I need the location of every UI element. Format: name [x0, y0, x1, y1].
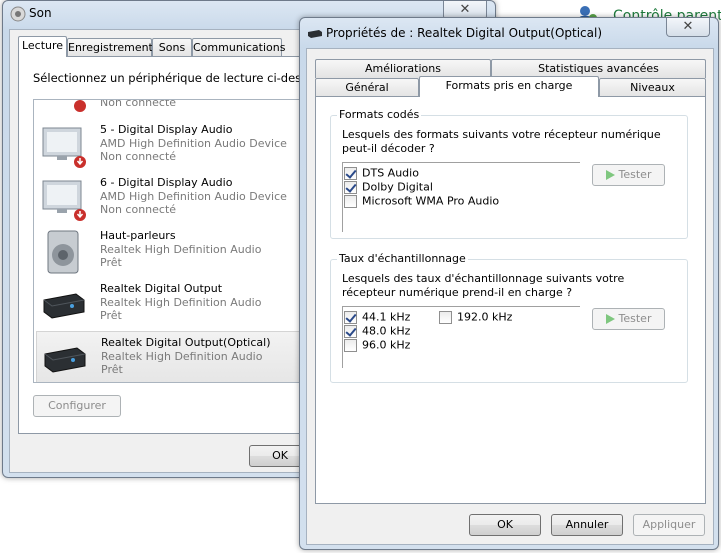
list-item[interactable]: 5 - Digital Display Audio AMD High Defin…	[36, 119, 302, 172]
sample-rate-question: Lesquels des taux d'échantillonnage suiv…	[342, 272, 625, 299]
close-icon: ✕	[682, 19, 694, 34]
window-title: Son	[29, 6, 52, 20]
device-driver: AMD High Definition Audio Device	[100, 137, 287, 150]
device-status: Non connecté	[100, 150, 177, 163]
ok-button[interactable]: OK	[469, 514, 541, 536]
receiver-icon	[44, 347, 86, 373]
device-status: Prêt	[100, 256, 122, 269]
instruction-text: Sélectionnez un périphérique de lecture …	[33, 71, 339, 85]
receiver-icon	[43, 293, 85, 319]
window-title: Propriétés de : Realtek Digital Output(O…	[326, 26, 603, 40]
apply-button[interactable]: Appliquer	[633, 514, 705, 536]
speaker-icon	[10, 6, 26, 22]
device-status: Non connecté	[100, 203, 177, 216]
checkbox-unchecked[interactable]	[344, 194, 357, 208]
encoded-formats-group: Formats codés Lesquels des formats suiva…	[330, 108, 688, 239]
list-item[interactable]: Haut-parleurs Realtek High Definition Au…	[36, 225, 302, 278]
play-icon	[605, 314, 615, 324]
device-name: 5 - Digital Display Audio	[100, 123, 233, 136]
device-name: Realtek Digital Output	[100, 282, 223, 295]
device-status: Prêt	[100, 309, 122, 322]
checkbox-unchecked[interactable]	[439, 310, 452, 324]
device-driver: Realtek High Definition Audio	[100, 243, 262, 256]
checkbox-wma-pro[interactable]: Microsoft WMA Pro Audio	[344, 194, 499, 208]
speaker-icon	[47, 230, 79, 274]
checkbox-checked[interactable]	[344, 324, 357, 338]
tab-formats-pris-en-charge[interactable]: Formats pris en charge	[419, 76, 599, 97]
checkbox-unchecked[interactable]	[344, 338, 357, 352]
tab-communications[interactable]: Communications	[192, 38, 285, 57]
checkbox-checked[interactable]	[344, 310, 357, 324]
list-item[interactable]: Non connecté	[36, 99, 302, 115]
properties-client-area: Améliorations Statistiques avancées Géné…	[306, 48, 714, 545]
device-driver: Realtek High Definition Audio	[101, 350, 263, 363]
sample-rate-label: Taux d'échantillonnage	[337, 252, 468, 265]
formats-panel: Formats codés Lesquels des formats suiva…	[315, 96, 706, 504]
list-item[interactable]: Realtek Digital Output Realtek High Defi…	[36, 278, 302, 331]
tab-lecture[interactable]: Lecture	[18, 36, 67, 57]
checkbox-44100[interactable]: 44.1 kHz	[344, 310, 410, 324]
sample-rate-group: Taux d'échantillonnage Lesquels des taux…	[330, 252, 688, 383]
checkbox-checked[interactable]	[344, 166, 357, 180]
device-name: 6 - Digital Display Audio	[100, 176, 233, 189]
monitor-icon	[42, 127, 86, 168]
list-item[interactable]: 6 - Digital Display Audio AMD High Defin…	[36, 172, 302, 225]
checkbox-checked[interactable]	[344, 180, 357, 194]
cancel-button[interactable]: Annuler	[551, 514, 623, 536]
receiver-icon	[308, 30, 322, 38]
checkbox-dolby[interactable]: Dolby Digital	[344, 180, 433, 194]
test-sample-rate-button[interactable]: Tester	[592, 308, 665, 330]
device-driver: Realtek High Definition Audio	[100, 296, 262, 309]
device-driver: AMD High Definition Audio Device	[100, 190, 287, 203]
close-icon: ✕	[459, 2, 471, 17]
list-item-selected[interactable]: Realtek Digital Output(Optical) Realtek …	[36, 331, 302, 382]
tab-enregistrement[interactable]: Enregistrement	[67, 38, 153, 57]
monitor-icon	[42, 180, 86, 221]
tab-general[interactable]: Général	[315, 78, 419, 97]
checkbox-192000[interactable]: 192.0 kHz	[439, 310, 512, 324]
device-name: Realtek Digital Output(Optical)	[101, 336, 271, 349]
close-button[interactable]: ✕	[666, 18, 710, 37]
monitor-icon	[74, 100, 86, 112]
encoded-formats-question: Lesquels des formats suivants votre réce…	[342, 128, 661, 155]
checkbox-48000[interactable]: 48.0 kHz	[344, 324, 410, 338]
device-status: Non connecté	[100, 99, 177, 109]
device-status: Prêt	[101, 363, 123, 376]
checkbox-96000[interactable]: 96.0 kHz	[344, 338, 410, 352]
tab-niveaux[interactable]: Niveaux	[599, 78, 706, 97]
checkbox-dts[interactable]: DTS Audio	[344, 166, 419, 180]
encoded-formats-label: Formats codés	[337, 108, 422, 121]
device-name: Haut-parleurs	[100, 229, 176, 242]
test-formats-button[interactable]: Tester	[592, 164, 665, 186]
device-list[interactable]: Non connecté 5 - Digital Display Audio A…	[33, 99, 303, 383]
tab-sons[interactable]: Sons	[152, 38, 192, 57]
configure-button[interactable]: Configurer	[33, 395, 121, 417]
play-icon	[605, 170, 615, 180]
properties-window: Propriétés de : Realtek Digital Output(O…	[299, 17, 719, 550]
